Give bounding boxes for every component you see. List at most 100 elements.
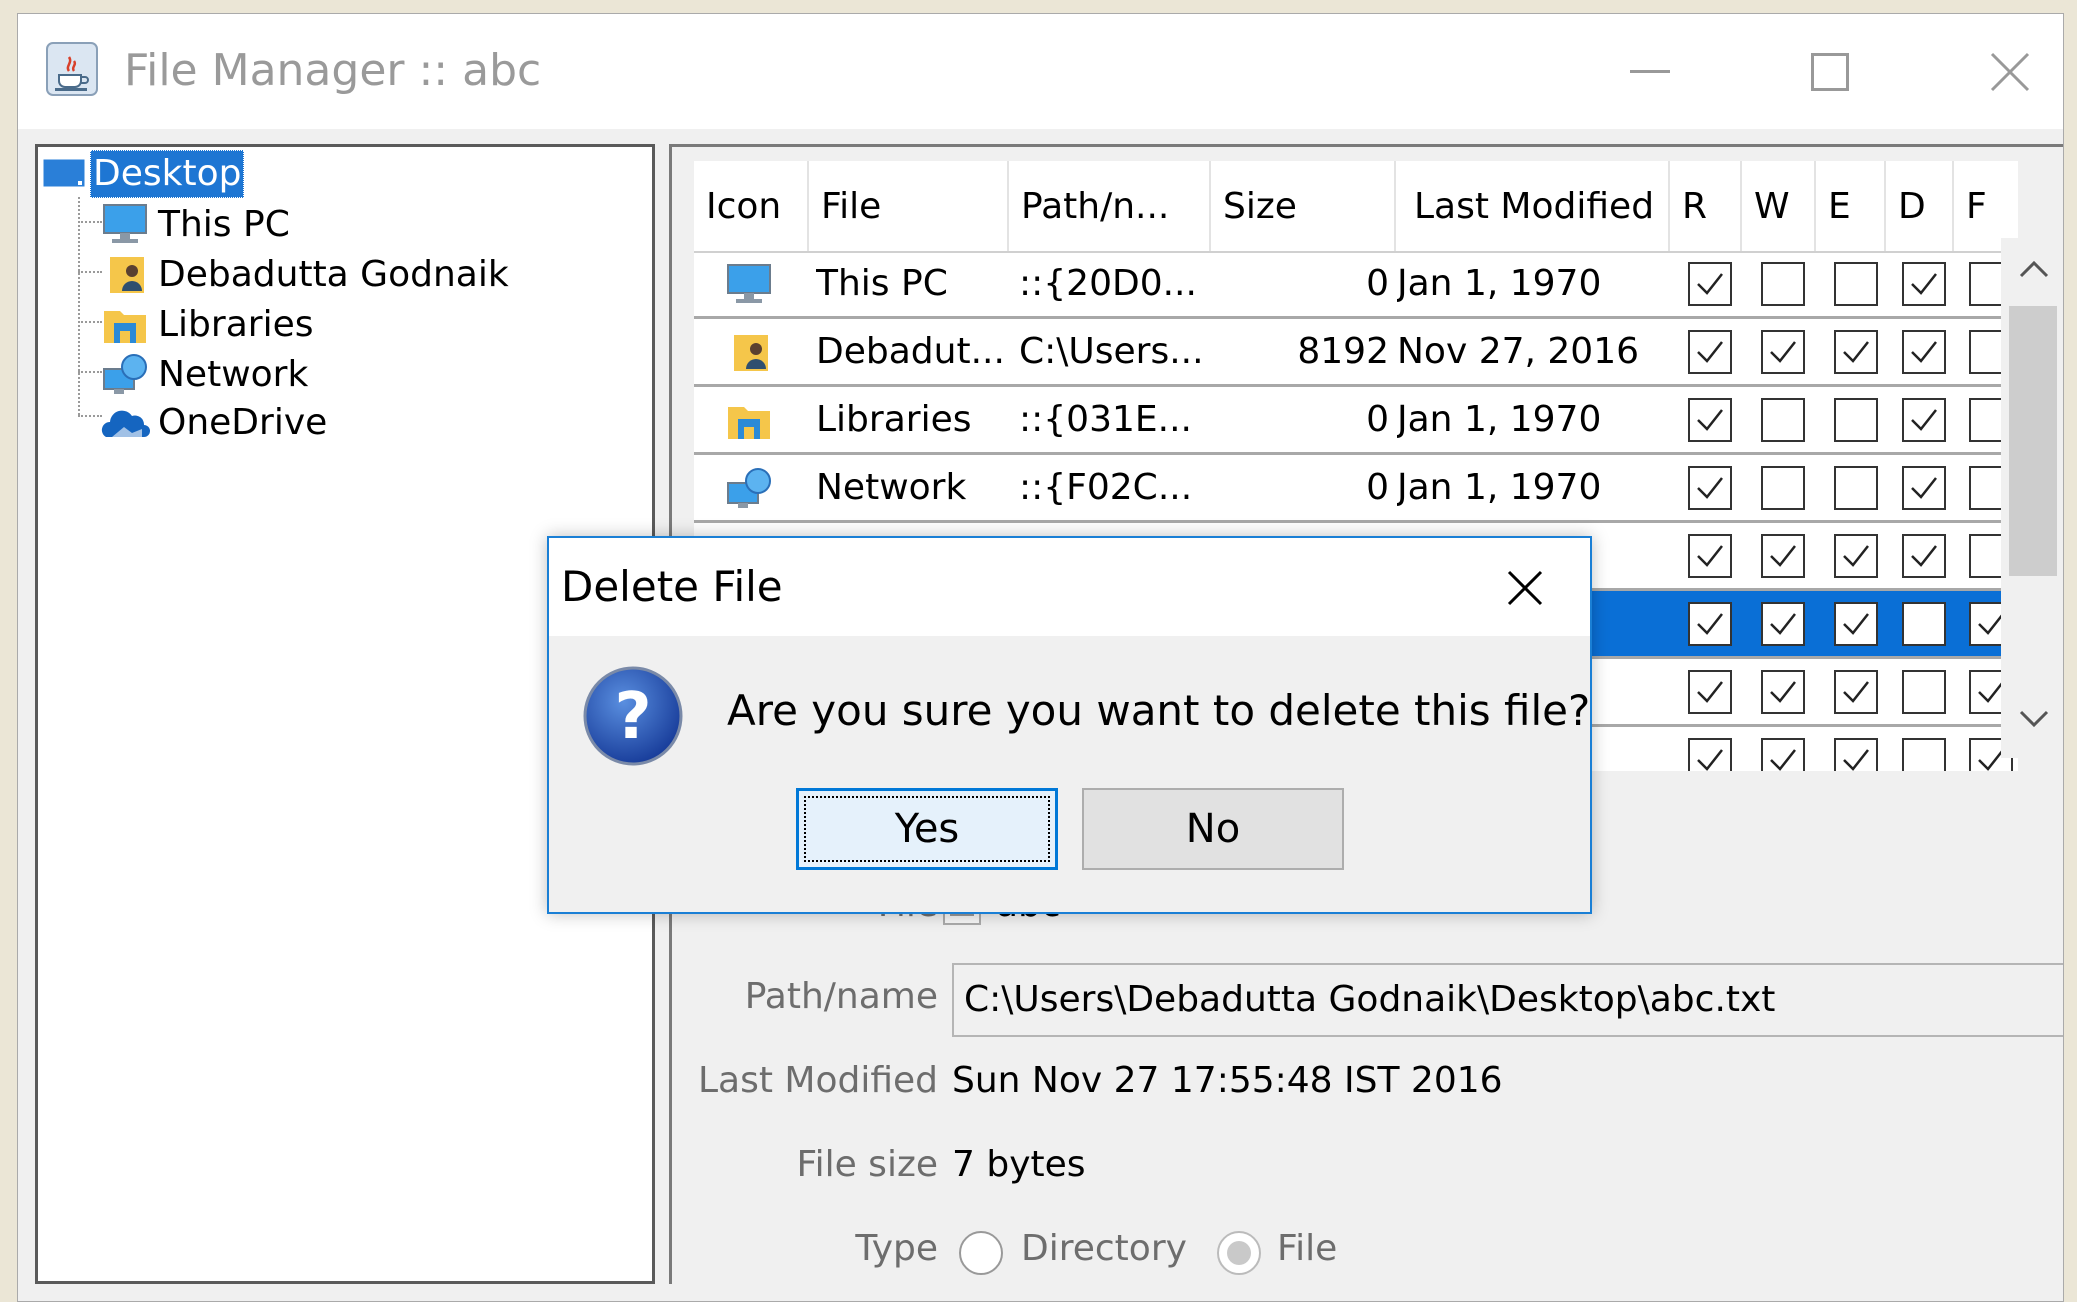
check-icon (1697, 545, 1723, 567)
tree-item-network[interactable]: Network (100, 349, 308, 399)
cell-file: Network (816, 467, 967, 508)
cell-path: C:\Users... (1019, 331, 1204, 372)
permission-checkbox[interactable] (1688, 602, 1732, 646)
permission-checkbox[interactable] (1902, 398, 1946, 442)
cell-size: 8192 (1297, 331, 1389, 372)
table-header: Icon File Path/n... Size Last Modified R… (694, 161, 2018, 253)
cell-file: Libraries (816, 399, 972, 440)
check-icon (1697, 681, 1723, 703)
last-modified-label: Last Modified (697, 1060, 938, 1101)
column-header-size[interactable]: Size (1211, 161, 1396, 251)
check-icon (1911, 477, 1937, 499)
directory-radio[interactable] (959, 1231, 1003, 1275)
cell-size: 0 (1366, 263, 1389, 304)
question-icon: ? (583, 666, 683, 766)
title-bar: File Manager :: abc (18, 14, 2063, 129)
permission-checkbox[interactable] (1834, 398, 1878, 442)
column-header-file[interactable]: File (809, 161, 1009, 251)
path-field[interactable]: C:\Users\Debadutta Godnaik\Desktop\abc.t… (952, 963, 2063, 1037)
permission-checkbox[interactable] (1834, 602, 1878, 646)
permission-checkbox[interactable] (1902, 534, 1946, 578)
check-icon (1697, 273, 1723, 295)
dialog-message: Are you sure you want to delete this fil… (727, 686, 1591, 735)
column-header-last-modified[interactable]: Last Modified (1396, 161, 1670, 251)
dialog-close-button[interactable] (1493, 556, 1557, 620)
permission-checkbox[interactable] (1902, 466, 1946, 510)
minimize-button[interactable] (1590, 14, 1710, 129)
permission-checkbox[interactable] (1902, 670, 1946, 714)
permission-checkbox[interactable] (1688, 670, 1732, 714)
column-header-write[interactable]: W (1742, 161, 1816, 251)
libraries-folder-icon (104, 311, 146, 343)
table-row[interactable]: Debadut... C:\Users... 8192 Nov 27, 2016 (694, 319, 2018, 387)
permission-checkbox[interactable] (1902, 738, 1946, 771)
table-scrollbar[interactable] (2001, 238, 2063, 758)
close-icon (1990, 52, 2030, 91)
column-header-read[interactable]: R (1670, 161, 1742, 251)
check-icon (1697, 477, 1723, 499)
permission-checkbox[interactable] (1761, 262, 1805, 306)
permission-checkbox[interactable] (1688, 738, 1732, 771)
permission-checkbox[interactable] (1761, 398, 1805, 442)
file-size-value: 7 bytes (952, 1144, 1086, 1185)
permission-checkbox[interactable] (1688, 330, 1732, 374)
no-button[interactable]: No (1082, 788, 1344, 870)
permission-checkbox[interactable] (1761, 670, 1805, 714)
file-radio[interactable] (1217, 1231, 1261, 1275)
tree-item-label: OneDrive (158, 401, 328, 443)
check-icon (1843, 341, 1869, 363)
permission-checkbox[interactable] (1902, 602, 1946, 646)
permission-checkbox[interactable] (1834, 534, 1878, 578)
check-icon (1911, 409, 1937, 431)
cell-file: This PC (816, 263, 948, 304)
permission-checkbox[interactable] (1834, 466, 1878, 510)
check-icon (1911, 341, 1937, 363)
tree-item-user[interactable]: Debadutta Godnaik (100, 249, 509, 299)
check-icon (1770, 545, 1796, 567)
tree-item-this-pc[interactable]: This PC (100, 199, 290, 249)
permission-checkbox[interactable] (1834, 262, 1878, 306)
permission-checkbox[interactable] (1761, 466, 1805, 510)
permission-checkbox[interactable] (1688, 398, 1732, 442)
permission-checkbox[interactable] (1834, 670, 1878, 714)
maximize-button[interactable] (1770, 14, 1890, 129)
user-folder-icon (110, 257, 144, 293)
column-header-delete[interactable]: D (1886, 161, 1954, 251)
cell-size: 0 (1366, 467, 1389, 508)
permission-checkbox[interactable] (1688, 262, 1732, 306)
check-icon (1843, 681, 1869, 703)
directory-radio-label: Directory (1021, 1228, 1187, 1269)
permission-checkbox[interactable] (1761, 330, 1805, 374)
no-button-label: No (1185, 806, 1241, 852)
file-radio-label: File (1277, 1228, 1338, 1269)
tree-item-onedrive[interactable]: OneDrive (100, 397, 327, 447)
cell-size: 0 (1366, 399, 1389, 440)
permission-checkbox[interactable] (1761, 602, 1805, 646)
permission-checkbox[interactable] (1761, 738, 1805, 771)
column-header-path[interactable]: Path/n... (1009, 161, 1211, 251)
close-button[interactable] (1950, 14, 2063, 129)
cell-last-modified: Jan 1, 1970 (1397, 263, 1602, 304)
column-header-icon[interactable]: Icon (694, 161, 809, 251)
permission-checkbox[interactable] (1834, 330, 1878, 374)
tree-item-libraries[interactable]: Libraries (100, 299, 313, 349)
cell-path: ::{20D0... (1019, 263, 1197, 304)
permission-checkbox[interactable] (1902, 262, 1946, 306)
monitor-icon (103, 204, 147, 243)
permission-checkbox[interactable] (1902, 330, 1946, 374)
permission-checkbox[interactable] (1688, 466, 1732, 510)
tree-item-label: Network (158, 353, 309, 395)
table-row[interactable]: This PC::{20D0... 0 Jan 1, 1970 (694, 251, 2018, 319)
table-row[interactable]: Libraries::{031E... 0 Jan 1, 1970 (694, 387, 2018, 455)
permission-checkbox[interactable] (1761, 534, 1805, 578)
chevron-up-icon[interactable] (2019, 260, 2049, 278)
permission-checkbox[interactable] (1834, 738, 1878, 771)
scroll-thumb[interactable] (2009, 306, 2057, 576)
chevron-down-icon[interactable] (2019, 710, 2049, 728)
permission-checkbox[interactable] (1688, 534, 1732, 578)
table-row[interactable]: Network::{F02C... 0 Jan 1, 1970 (694, 455, 2018, 523)
tree-item-desktop[interactable]: Desktop (42, 149, 245, 199)
yes-button[interactable]: Yes (796, 788, 1058, 870)
column-header-execute[interactable]: E (1816, 161, 1886, 251)
cell-path: ::{F02C... (1019, 467, 1193, 508)
